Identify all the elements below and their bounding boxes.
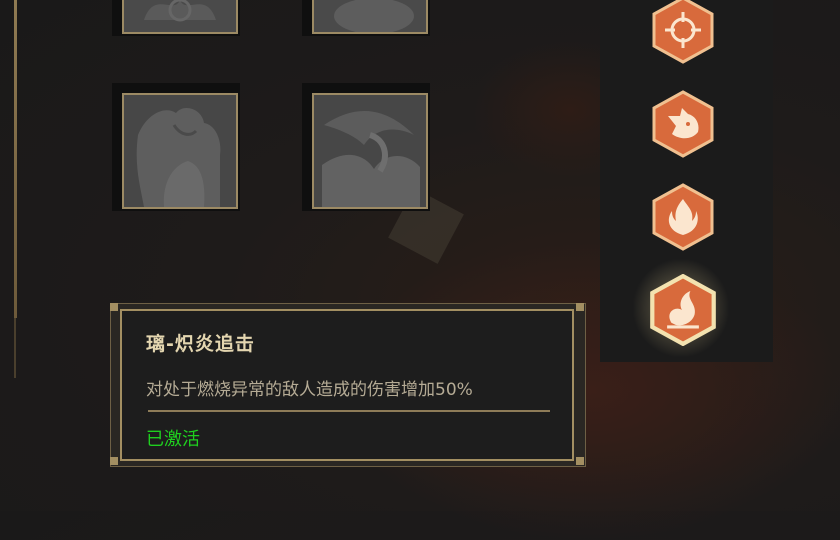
locked-skill-card[interactable]: [302, 0, 440, 46]
flame-swirl-icon[interactable]: [632, 258, 730, 358]
status-label: 已激活: [146, 429, 200, 450]
locked-skill-portrait: [122, 0, 238, 34]
divider: [148, 410, 550, 412]
skill-tooltip: 璃-炽炎追击 对处于燃烧异常的敌人造成的伤害增加50% 已激活: [110, 303, 586, 467]
locked-skill-portrait: [122, 93, 238, 209]
left-border: [14, 318, 16, 378]
crosshair-icon[interactable]: [652, 0, 714, 64]
locked-skill-card[interactable]: [302, 83, 440, 221]
locked-skill-portrait: [312, 0, 428, 34]
left-border: [14, 0, 17, 318]
corner-ornament: [576, 303, 584, 311]
skill-description: 对处于燃烧异常的敌人造成的伤害增加50%: [146, 380, 473, 400]
locked-skill-card[interactable]: [112, 83, 250, 221]
tooltip-body: 璃-炽炎追击 对处于燃烧异常的敌人造成的伤害增加50% 已激活: [120, 309, 574, 461]
beast-head-icon[interactable]: [652, 90, 714, 158]
locked-skill-portrait: [312, 93, 428, 209]
corner-ornament: [576, 457, 584, 465]
corner-ornament: [110, 457, 118, 465]
locked-skill-card[interactable]: [112, 0, 250, 46]
skill-title: 璃-炽炎追击: [146, 333, 255, 355]
fire-crest-icon[interactable]: [652, 183, 714, 251]
corner-ornament: [110, 303, 118, 311]
